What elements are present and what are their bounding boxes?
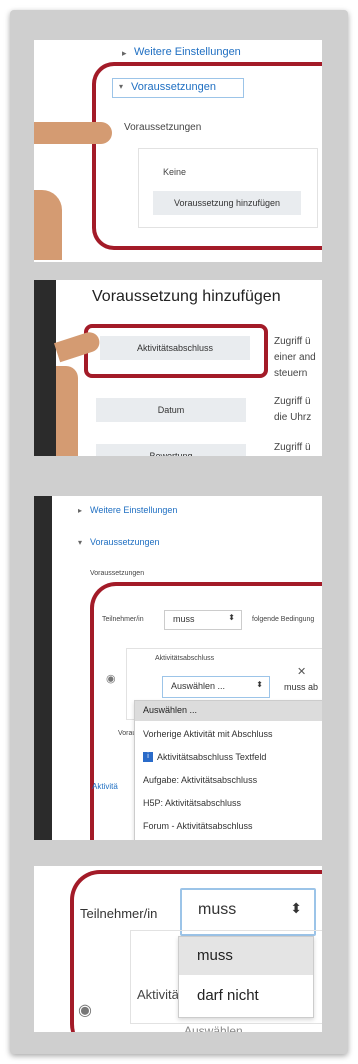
option-completion-desc: Zugriff ü einer and steuern (274, 336, 316, 379)
eye-icon[interactable]: ◉ (106, 672, 116, 685)
dropdown-option[interactable]: Aufgabe: Aktivitätsabschluss (143, 775, 257, 785)
participant-select[interactable]: muss ⬍ (180, 888, 316, 936)
dialog-title: Voraussetzung hinzufügen (92, 288, 281, 305)
activity-dropdown: Auswählen ... Vorherige Aktivität mit Ab… (134, 700, 322, 840)
chevron-right-icon: ▸ (122, 48, 127, 58)
select-caret-icon: ⬍ (290, 900, 302, 916)
participant-label: Teilnehmer/in (80, 906, 158, 921)
activity-select[interactable]: Auswählen ... ⬍ (162, 676, 270, 698)
add-condition-button[interactable]: Voraussetzung hinzufügen (153, 191, 301, 215)
option-date-button[interactable]: Datum (96, 398, 246, 422)
more-settings-link[interactable]: Weitere Einstellungen (134, 46, 241, 58)
more-settings-link[interactable]: Weitere Einstellungen (90, 505, 177, 515)
dropdown-option[interactable]: darf nicht (197, 987, 259, 1004)
participant-dropdown: muss darf nicht (178, 936, 314, 1018)
dropdown-option[interactable]: Forum - Aktivitätsabschluss (143, 821, 253, 831)
section-toggle[interactable]: ▾ Voraussetzungen (112, 78, 244, 98)
panel-participant-select: Teilnehmer/in muss ⬍ Aktivitä ◉ muss dar… (34, 866, 322, 1032)
must-select[interactable]: muss ⬍ (164, 610, 242, 630)
participant-label: Teilnehmer/in (102, 616, 144, 623)
following-conditions-text: folgende Bedingung (252, 616, 315, 623)
option-grade-desc: Zugriff ü Bewertu (274, 442, 311, 453)
truncated-link[interactable]: Aktivitä (92, 782, 118, 791)
subheading: Voraussetzungen (124, 122, 202, 133)
left-dark-edge (34, 280, 56, 456)
dropdown-option[interactable]: Vorherige Aktivität mit Abschluss (143, 729, 273, 739)
chevron-down-icon: ▾ (119, 82, 124, 91)
dropdown-option-selected[interactable]: muss (179, 937, 313, 975)
condition-type-label: Aktivitätsabschluss (155, 655, 215, 662)
participant-select-value: muss (198, 901, 237, 918)
pointing-hand (34, 122, 112, 144)
dropdown-option-selected[interactable]: Auswählen ... (135, 701, 322, 721)
panel-add-condition: Voraussetzung hinzufügen Aktivitätsabsch… (34, 280, 322, 456)
activity-select-value: Auswählen ... (171, 681, 226, 691)
option-date-desc: Zugriff ü die Uhrz (274, 396, 312, 423)
panel-prerequisites-collapsed: ▸ Weitere Einstellungen ▾ Voraussetzunge… (34, 40, 322, 262)
panel-completion-condition: ▸ Weitere Einstellungen ▾ Voraussetzunge… (34, 496, 322, 840)
option-completion-button[interactable]: Aktivitätsabschluss (100, 336, 250, 360)
truncated-label: Aktivitä (137, 987, 179, 1002)
dropdown-option[interactable]: Aktivitätsabschluss Textfeld (157, 752, 266, 762)
eye-icon[interactable]: ◉ (78, 1000, 92, 1020)
option-grade-button[interactable]: Bewertung (96, 444, 246, 456)
truncated-select: Auswählen (184, 1024, 243, 1032)
chevron-right-icon: ▸ (78, 506, 83, 515)
must-select-value: muss (173, 614, 195, 624)
dropdown-option[interactable]: H5P: Aktivitätsabschluss (143, 798, 241, 808)
close-icon[interactable]: ✕ (297, 665, 306, 678)
conditions-box: Keine Voraussetzung hinzufügen (138, 148, 318, 228)
info-icon: i (143, 752, 153, 762)
pointing-hand-palm (34, 190, 62, 260)
subheading: Voraussetzungen (90, 570, 145, 577)
left-dark-edge (34, 496, 52, 840)
section-title: Voraussetzungen (131, 81, 217, 93)
no-conditions-text: Keine (163, 167, 187, 177)
must-short-text: muss ab (284, 682, 319, 692)
select-caret-icon: ⬍ (228, 613, 235, 622)
chevron-down-icon: ▾ (78, 538, 83, 547)
pointing-hand-palm (56, 366, 78, 456)
section-title[interactable]: Voraussetzungen (90, 537, 160, 547)
select-caret-icon: ⬍ (256, 680, 263, 689)
